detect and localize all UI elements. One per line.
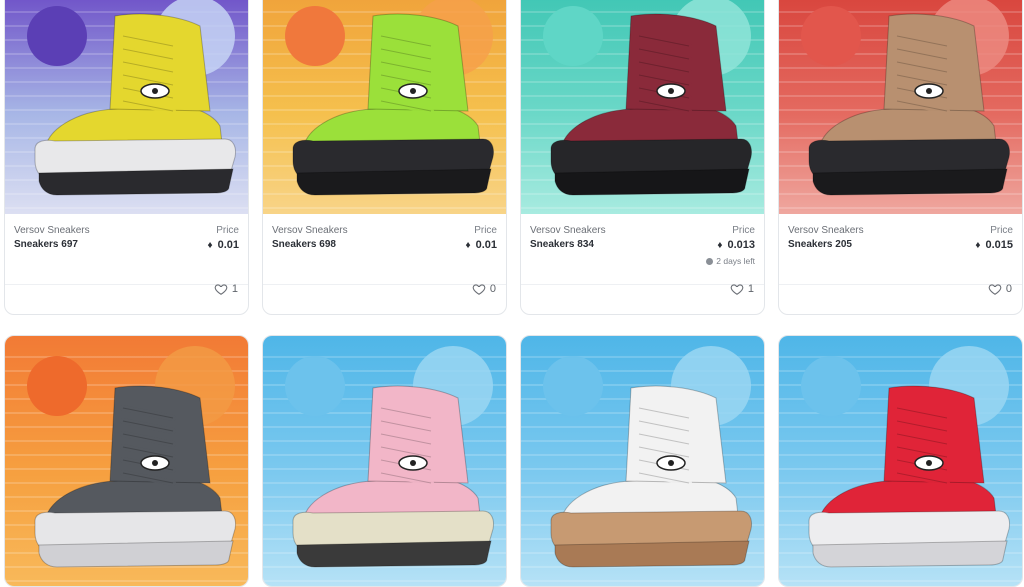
eye-pupil [152,460,158,466]
item-name: Sneakers 834 [530,239,594,250]
like-count: 1 [231,283,238,295]
nft-card[interactable] [262,335,507,587]
nft-card[interactable] [778,335,1023,587]
ethereum-icon: ♦ [717,240,723,251]
sun-circle [27,6,87,66]
price-amount: 0.013 [727,239,755,251]
nft-card[interactable]: Versov Sneakers Sneakers 697 Price ♦ 0.01… [4,0,249,315]
ethereum-icon: ♦ [465,240,471,251]
like-count: 0 [489,283,496,295]
nft-card[interactable] [520,335,765,587]
price-label: Price [990,225,1013,236]
eye-pupil [152,88,158,94]
collection-name: Versov Sneakers [788,225,864,236]
eye-pupil [668,460,674,466]
stripe [263,207,506,209]
eye-pupil [926,88,932,94]
like-button[interactable]: 1 [730,282,754,296]
heart-outline-icon [214,284,228,295]
shoe-outsole [812,540,1008,568]
sneaker-illustration [263,0,506,214]
item-name: Sneakers 205 [788,239,852,250]
sun-circle [801,6,861,66]
heart-outline-icon [730,284,744,295]
shoe-outsole [554,168,750,196]
nft-artwork[interactable] [263,336,506,586]
ethereum-icon: ♦ [975,240,981,251]
sneaker-illustration [521,336,764,586]
time-left: 2 days left [706,256,755,266]
nft-artwork[interactable] [521,0,764,214]
stripe [779,207,1022,209]
item-name: Sneakers 697 [14,239,78,250]
price-label: Price [474,225,497,236]
shoe-outsole [812,168,1008,196]
sneaker-illustration [779,0,1022,214]
nft-artwork[interactable] [263,0,506,214]
sun-circle [27,356,87,416]
price-value: ♦ 0.01 [207,239,239,251]
item-name: Sneakers 698 [272,239,336,250]
price-value: ♦ 0.01 [465,239,497,251]
price-value: ♦ 0.015 [975,239,1013,251]
price-amount: 0.015 [985,239,1013,251]
stripe [263,580,506,582]
price-label: Price [732,225,755,236]
sun-circle [543,6,603,66]
nft-artwork[interactable] [521,336,764,586]
eye-pupil [410,460,416,466]
stripe [521,580,764,582]
sneaker-illustration [5,0,248,214]
price-label: Price [216,225,239,236]
stripe [5,207,248,209]
sun-circle [285,356,345,416]
nft-card[interactable]: Versov Sneakers Sneakers 834 Price ♦ 0.01… [520,0,765,315]
nft-artwork[interactable] [5,0,248,214]
price-amount: 0.01 [217,239,239,251]
like-count: 1 [747,283,754,295]
nft-card[interactable]: Versov Sneakers Sneakers 698 Price ♦ 0.01… [262,0,507,315]
sneaker-illustration [521,0,764,214]
stripe [521,207,764,209]
sneaker-illustration [263,336,506,586]
shoe-outsole [38,540,234,568]
sneaker-illustration [5,336,248,586]
time-left-text: 2 days left [716,256,755,266]
nft-artwork[interactable] [779,336,1022,586]
like-count: 0 [1005,283,1012,295]
like-button[interactable]: 0 [988,282,1012,296]
eye-pupil [410,88,416,94]
stripe [5,580,248,582]
eye-pupil [668,88,674,94]
sun-circle [543,356,603,416]
sun-circle [285,6,345,66]
nft-artwork[interactable] [779,0,1022,214]
ethereum-icon: ♦ [207,240,213,251]
nft-card[interactable]: Versov Sneakers Sneakers 205 Price ♦ 0.01… [778,0,1023,315]
collection-name: Versov Sneakers [272,225,348,236]
collection-name: Versov Sneakers [530,225,606,236]
stripe [779,580,1022,582]
heart-outline-icon [472,284,486,295]
sun-circle [801,356,861,416]
nft-card[interactable] [4,335,249,587]
like-button[interactable]: 1 [214,282,238,296]
shoe-outsole [554,540,750,568]
collection-name: Versov Sneakers [14,225,90,236]
like-button[interactable]: 0 [472,282,496,296]
shoe-outsole [38,168,234,196]
nft-artwork[interactable] [5,336,248,586]
shoe-outsole [296,540,492,568]
heart-outline-icon [988,284,1002,295]
price-value: ♦ 0.013 [717,239,755,251]
eye-pupil [926,460,932,466]
clock-icon [706,258,714,265]
price-amount: 0.01 [475,239,497,251]
sneaker-illustration [779,336,1022,586]
shoe-outsole [296,168,492,196]
